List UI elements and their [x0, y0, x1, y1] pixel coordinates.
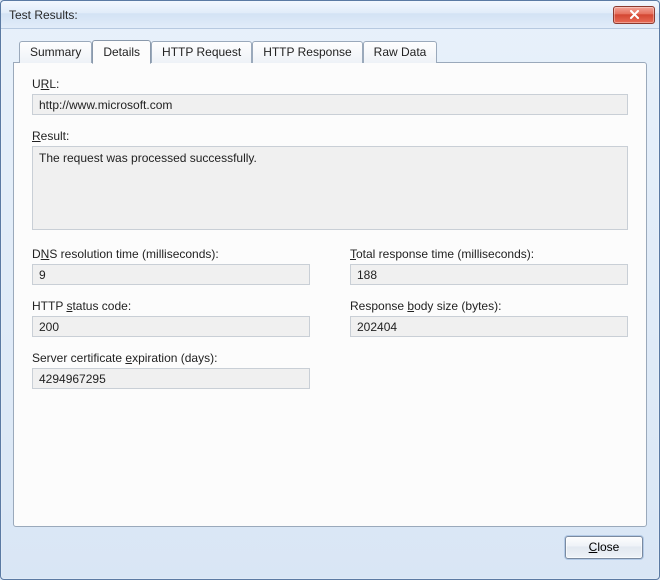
tab-label: HTTP Response — [263, 45, 351, 59]
dialog-footer: Close — [13, 527, 647, 567]
dns-label: DNS resolution time (milliseconds): — [32, 247, 310, 261]
tab-http-request[interactable]: HTTP Request — [151, 41, 252, 63]
body-section: Response body size (bytes): — [350, 299, 628, 337]
titlebar[interactable]: Test Results: — [1, 1, 659, 29]
status-section: HTTP status code: — [32, 299, 310, 337]
tab-details[interactable]: Details — [92, 40, 151, 64]
tab-summary[interactable]: Summary — [19, 41, 92, 63]
tab-label: Raw Data — [374, 45, 427, 59]
url-field[interactable] — [32, 94, 628, 115]
body-field[interactable] — [350, 316, 628, 337]
dns-field[interactable] — [32, 264, 310, 285]
window-title: Test Results: — [9, 8, 613, 22]
result-field[interactable] — [32, 146, 628, 230]
total-label: Total response time (milliseconds): — [350, 247, 628, 261]
status-field[interactable] — [32, 316, 310, 337]
dns-section: DNS resolution time (milliseconds): — [32, 247, 310, 285]
tabstrip: Summary Details HTTP Request HTTP Respon… — [19, 39, 647, 62]
cert-label: Server certificate expiration (days): — [32, 351, 310, 365]
tab-http-response[interactable]: HTTP Response — [252, 41, 362, 63]
close-icon — [629, 10, 640, 20]
tabpanel-details: URL: Result: DNS resolution time (millis… — [13, 62, 647, 527]
tab-label: Details — [103, 45, 140, 59]
tab-label: HTTP Request — [162, 45, 241, 59]
body-label: Response body size (bytes): — [350, 299, 628, 313]
tab-raw-data[interactable]: Raw Data — [363, 41, 438, 63]
client-area: Summary Details HTTP Request HTTP Respon… — [1, 29, 659, 579]
status-label: HTTP status code: — [32, 299, 310, 313]
close-button[interactable]: Close — [565, 536, 643, 559]
tab-label: Summary — [30, 45, 81, 59]
row-dns-total: DNS resolution time (milliseconds): Tota… — [32, 247, 628, 285]
url-label: URL: — [32, 77, 628, 91]
window-close-button[interactable] — [613, 6, 655, 24]
total-section: Total response time (milliseconds): — [350, 247, 628, 285]
total-field[interactable] — [350, 264, 628, 285]
url-section: URL: — [32, 77, 628, 115]
result-label: Result: — [32, 129, 628, 143]
result-section: Result: — [32, 129, 628, 233]
cert-field[interactable] — [32, 368, 310, 389]
cert-section: Server certificate expiration (days): — [32, 351, 310, 389]
dialog-window: Test Results: Summary Details HTTP Reque… — [0, 0, 660, 580]
row-status-body: HTTP status code: Response body size (by… — [32, 299, 628, 337]
